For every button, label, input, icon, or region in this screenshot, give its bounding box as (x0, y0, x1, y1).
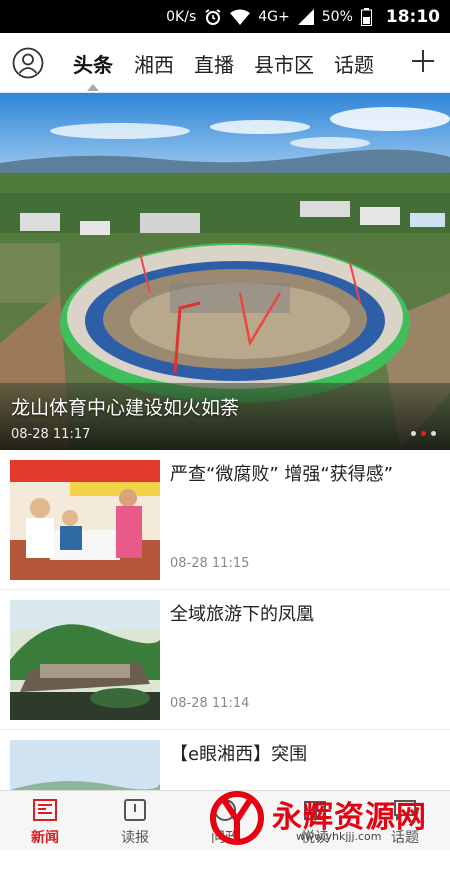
news-title[interactable]: 全域旅游下的凤凰 (170, 602, 438, 628)
news-title[interactable]: 【e眼湘西】突围 (170, 742, 438, 768)
wifi-icon (230, 9, 251, 25)
plus-icon[interactable] (408, 46, 438, 76)
carousel-dots (411, 431, 436, 436)
tab-live[interactable]: 直播 (194, 49, 234, 78)
topic-icon (392, 797, 418, 823)
bottom-tab-read[interactable]: 悦读 (270, 791, 360, 851)
network-speed: 0K/s (166, 8, 197, 25)
tab-counties[interactable]: 县市区 (254, 49, 314, 78)
bottom-tab-label: 话题 (391, 830, 419, 846)
bottom-tab-label: 悦读 (301, 830, 329, 846)
top-nav: 头条 湘西 直播 县市区 话题 (0, 33, 450, 93)
newspaper-icon (32, 797, 58, 823)
news-thumbnail (10, 460, 160, 580)
tab-headlines[interactable]: 头条 (73, 49, 113, 78)
book-icon (302, 797, 328, 823)
bottom-tab-reader[interactable]: 读报 (90, 791, 180, 851)
status-bar: 0K/s 4G+ 50% 18:10 (0, 0, 450, 33)
user-avatar-icon[interactable] (12, 47, 44, 79)
tab-xiangxi[interactable]: 湘西 (134, 49, 174, 78)
bottom-tab-topics[interactable]: 话题 (360, 791, 450, 851)
bottom-tab-bar: 新闻 读报 问政 悦读 话题 (0, 790, 450, 850)
alarm-icon (204, 8, 222, 26)
news-timestamp: 08-28 11:15 (170, 556, 250, 571)
signal-icon (297, 8, 314, 25)
bottom-tab-news[interactable]: 新闻 (0, 791, 90, 851)
carousel-dot[interactable] (431, 431, 436, 436)
battery-icon (360, 7, 372, 26)
tab-topics[interactable]: 话题 (334, 49, 374, 78)
paper-reader-icon (122, 797, 148, 823)
news-thumbnail (10, 600, 160, 720)
network-type: 4G+ (258, 8, 290, 25)
news-list-item[interactable]: 全域旅游下的凤凰 08-28 11:14 (0, 590, 450, 730)
clock: 18:10 (385, 6, 440, 27)
carousel-dot[interactable] (411, 431, 416, 436)
question-icon (212, 797, 238, 823)
news-title[interactable]: 严查“微腐败” 增强“获得感” (170, 462, 438, 488)
hero-timestamp: 08-28 11:17 (11, 427, 91, 442)
news-list-item[interactable]: 严查“微腐败” 增强“获得感” 08-28 11:15 (0, 450, 450, 590)
bottom-tab-label: 读报 (121, 830, 149, 846)
bottom-tab-ask[interactable]: 问政 (180, 791, 270, 851)
news-timestamp: 08-28 11:14 (170, 696, 250, 711)
battery-percent: 50% (321, 8, 353, 25)
bottom-tab-label: 新闻 (31, 830, 59, 846)
bottom-tab-label: 问政 (211, 830, 239, 846)
carousel-dot-active[interactable] (421, 431, 426, 436)
hero-banner[interactable]: 龙山体育中心建设如火如荼 08-28 11:17 (0, 93, 450, 450)
hero-title[interactable]: 龙山体育中心建设如火如荼 (11, 393, 239, 420)
active-tab-indicator (87, 84, 99, 91)
